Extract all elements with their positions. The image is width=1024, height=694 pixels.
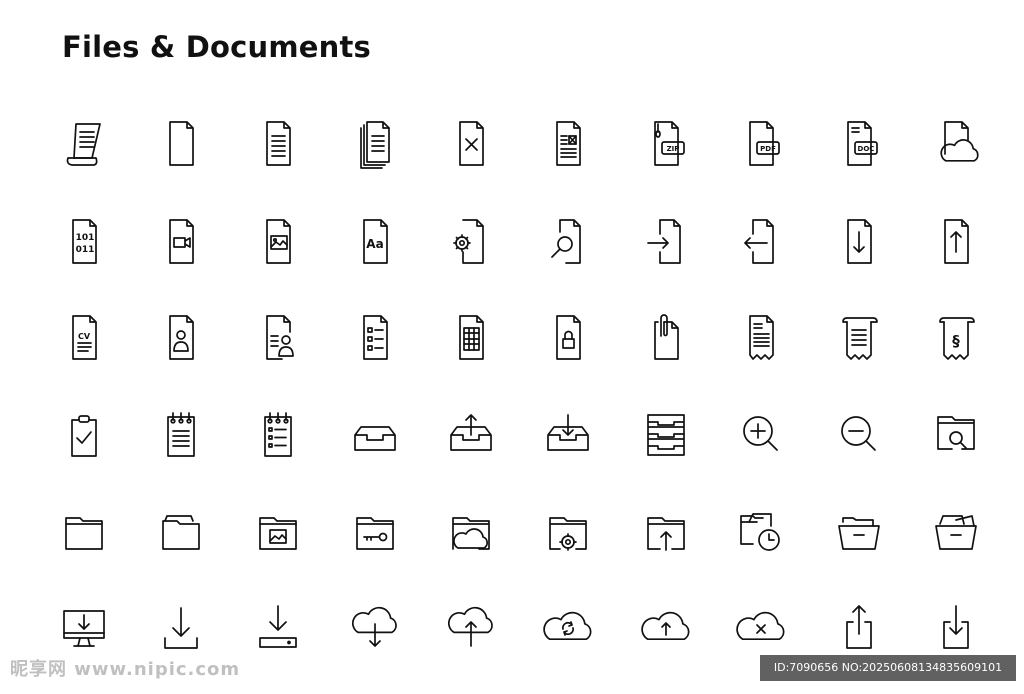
cloud-folder-icon: [441, 502, 501, 562]
upload-folder-icon: [636, 502, 696, 562]
spreadsheet-file-icon: [441, 308, 501, 368]
svg-text:011: 011: [76, 245, 95, 255]
open-folder-documents-icon: [926, 502, 986, 562]
import-file-icon: [636, 212, 696, 272]
svg-text:101: 101: [76, 233, 95, 243]
cloud-upload-icon: [441, 598, 501, 658]
stacked-trays-icon: [636, 405, 696, 465]
delete-file-icon: [441, 114, 501, 174]
cloud-file-icon: [926, 114, 986, 174]
inbox-download-icon: [538, 405, 598, 465]
notepad-list-icon: [248, 405, 308, 465]
attachment-file-icon: [636, 308, 696, 368]
inbox-tray-icon: [345, 405, 405, 465]
recent-files-icon: [731, 502, 791, 562]
upload-file-icon: [926, 212, 986, 272]
key-folder-icon: [345, 502, 405, 562]
zoom-in-icon: [731, 405, 791, 465]
download-file-icon: [829, 212, 889, 272]
zip-file-icon: ZIP: [636, 114, 696, 174]
folder-search-icon: [926, 405, 986, 465]
watermark-left: 昵享网 www.nipic.com: [10, 659, 241, 680]
share-icon: [829, 598, 889, 658]
settings-file-icon: [441, 212, 501, 272]
locked-file-icon: [538, 308, 598, 368]
cloud-download-icon: [345, 598, 405, 658]
watermark-id: ID:7090656 NO:20250608134835609101: [760, 655, 1016, 681]
download-icon: [151, 598, 211, 658]
cloud-sync-icon: [538, 598, 598, 658]
svg-text:CV: CV: [78, 332, 91, 341]
outbox-tray-icon: [441, 405, 501, 465]
file-image-text-icon: [538, 114, 598, 174]
legal-document-icon: §: [926, 308, 986, 368]
svg-text:DOC: DOC: [858, 145, 875, 153]
cv-file-icon: CV: [54, 308, 114, 368]
svg-text:ZIP: ZIP: [667, 145, 680, 153]
blank-file-icon: [151, 114, 211, 174]
multiple-files-icon: [345, 114, 405, 174]
monitor-download-icon: [54, 598, 114, 658]
binary-file-icon: 101 011: [54, 212, 114, 272]
doc-file-icon: DOC: [829, 114, 889, 174]
export-file-icon: [731, 212, 791, 272]
contact-file-icon: [248, 308, 308, 368]
scroll-receipt-icon: [829, 308, 889, 368]
svg-text:Aa: Aa: [366, 237, 383, 251]
cloud-upload-circle-icon: [636, 598, 696, 658]
icon-grid: ZIP PDF DOC 101 011 Aa CV §: [0, 0, 1024, 694]
drive-download-icon: [248, 598, 308, 658]
text-file-icon: [248, 114, 308, 174]
image-folder-icon: [248, 502, 308, 562]
folder-documents-icon: [151, 502, 211, 562]
font-file-icon: Aa: [345, 212, 405, 272]
zoom-out-icon: [829, 405, 889, 465]
scroll-document-icon: [54, 114, 114, 174]
cloud-error-icon: [731, 598, 791, 658]
image-file-icon: [248, 212, 308, 272]
video-file-icon: [151, 212, 211, 272]
svg-text:§: §: [952, 332, 960, 350]
import-icon: [926, 598, 986, 658]
open-folder-icon: [829, 502, 889, 562]
folder-icon: [54, 502, 114, 562]
search-file-icon: [538, 212, 598, 272]
checklist-file-icon: [345, 308, 405, 368]
pdf-file-icon: PDF: [731, 114, 791, 174]
clipboard-check-icon: [54, 405, 114, 465]
receipt-icon: [731, 308, 791, 368]
svg-text:PDF: PDF: [760, 145, 776, 153]
notepad-icon: [151, 405, 211, 465]
user-file-icon: [151, 308, 211, 368]
settings-folder-icon: [538, 502, 598, 562]
